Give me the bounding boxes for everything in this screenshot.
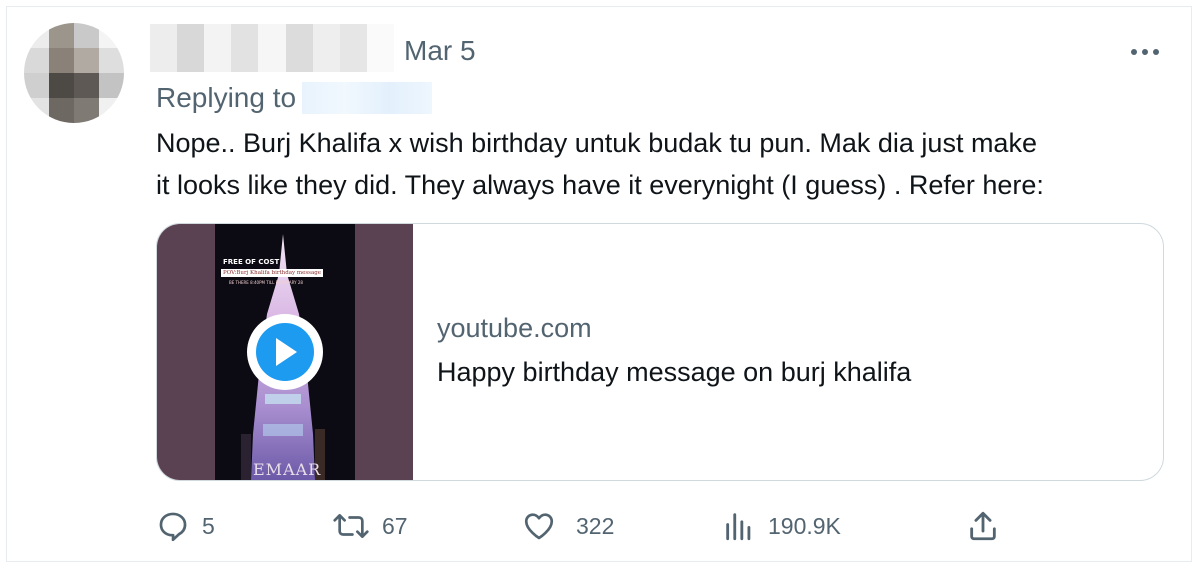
play-button[interactable] bbox=[247, 314, 323, 390]
like-count: 322 bbox=[576, 512, 615, 539]
reply-count: 5 bbox=[202, 512, 215, 539]
card-text: youtube.com Happy birthday message on bu… bbox=[437, 310, 911, 390]
link-preview-card[interactable]: FREE OF COST POV:Burj Khalifa birthday m… bbox=[156, 223, 1164, 481]
author-name[interactable] bbox=[150, 24, 394, 72]
replying-to: Replying to bbox=[156, 80, 433, 116]
tweet-text-line: it looks like they did. They always have… bbox=[156, 170, 1044, 200]
share-button[interactable] bbox=[966, 504, 1000, 548]
tweet-text-line: Nope.. Burj Khalifa x wish birthday untu… bbox=[156, 128, 1037, 158]
avatar[interactable] bbox=[24, 23, 124, 123]
video-thumbnail[interactable]: FREE OF COST POV:Burj Khalifa birthday m… bbox=[157, 224, 413, 480]
thumbnail-caption-top: FREE OF COST bbox=[223, 258, 280, 266]
tweet-text: Nope.. Burj Khalifa x wish birthday untu… bbox=[156, 122, 1176, 206]
action-bar: 5 67 322 190.9K bbox=[156, 504, 1006, 548]
play-icon bbox=[276, 338, 297, 366]
tweet-date[interactable]: Mar 5 bbox=[404, 35, 476, 67]
card-domain: youtube.com bbox=[437, 313, 592, 343]
thumbnail-brand: EMAAR bbox=[253, 460, 322, 479]
share-icon bbox=[970, 511, 996, 541]
thumbnail-caption-small: BE THERE 8:40PM TILL FEBRUARY 28 bbox=[229, 280, 303, 285]
retweet-icon bbox=[333, 514, 369, 538]
more-options-button[interactable] bbox=[1128, 35, 1162, 69]
card-title[interactable]: Happy birthday message on burj khalifa bbox=[437, 354, 911, 390]
like-button[interactable]: 322 bbox=[522, 504, 614, 548]
retweet-button[interactable]: 67 bbox=[332, 504, 408, 548]
reply-icon bbox=[159, 512, 187, 542]
retweet-count: 67 bbox=[382, 512, 408, 539]
views-bar-chart-icon bbox=[726, 513, 751, 541]
heart-icon bbox=[524, 513, 554, 540]
replying-to-label: Replying to bbox=[156, 82, 297, 113]
reply-button[interactable]: 5 bbox=[156, 504, 215, 548]
views-button[interactable]: 190.9K bbox=[722, 504, 841, 548]
thumbnail-caption-mid: POV:Burj Khalifa birthday message bbox=[221, 269, 324, 277]
replying-to-handle[interactable] bbox=[302, 82, 433, 114]
more-horizontal-icon bbox=[1131, 49, 1159, 55]
play-icon-circle bbox=[256, 323, 314, 381]
views-count: 190.9K bbox=[768, 512, 841, 539]
